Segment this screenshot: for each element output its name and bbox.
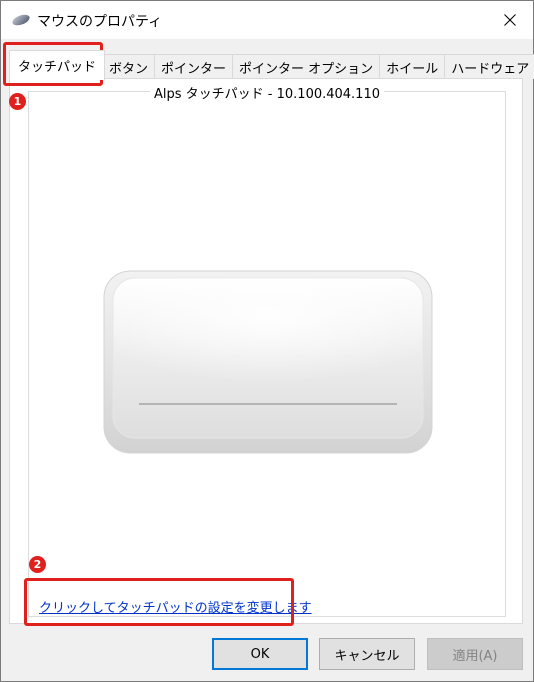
touchpad-image <box>103 270 433 454</box>
tab-hardware[interactable]: ハードウェア <box>444 54 534 79</box>
title-bar: マウスのプロパティ <box>1 1 533 39</box>
tab-wheel[interactable]: ホイール <box>379 54 446 79</box>
tab-panel: Alps タッチパッド - 10.100.404.110 クリックしてタッチパッ… <box>9 78 523 624</box>
ok-button[interactable]: OK <box>212 638 308 670</box>
tab-pointer[interactable]: ポインター <box>154 54 234 79</box>
annotation-badge-2: 2 <box>29 556 46 573</box>
tab-buttons[interactable]: ボタン <box>104 54 156 79</box>
annotation-badge-1: 1 <box>9 93 26 110</box>
mouse-icon <box>11 13 31 27</box>
window-title: マウスのプロパティ <box>37 14 163 30</box>
close-icon <box>504 14 516 26</box>
device-label: Alps タッチパッド - 10.100.404.110 <box>150 83 384 102</box>
device-group: Alps タッチパッド - 10.100.404.110 クリックしてタッチパッ… <box>28 83 506 617</box>
tab-strip: タッチパッド ボタン ポインター ポインター オプション ホイール ハードウェア <box>9 49 534 80</box>
close-button[interactable] <box>487 1 533 39</box>
cancel-button[interactable]: キャンセル <box>319 638 415 670</box>
tab-pointer-options[interactable]: ポインター オプション <box>232 54 381 79</box>
tab-touchpad[interactable]: タッチパッド <box>9 50 106 80</box>
apply-button[interactable]: 適用(A) <box>427 638 523 670</box>
touchpad-settings-link[interactable]: クリックしてタッチパッドの設定を変更します <box>39 597 312 616</box>
mouse-properties-dialog: マウスのプロパティ タッチパッド ボタン ポインター ポインター オプション ホ… <box>0 0 534 682</box>
